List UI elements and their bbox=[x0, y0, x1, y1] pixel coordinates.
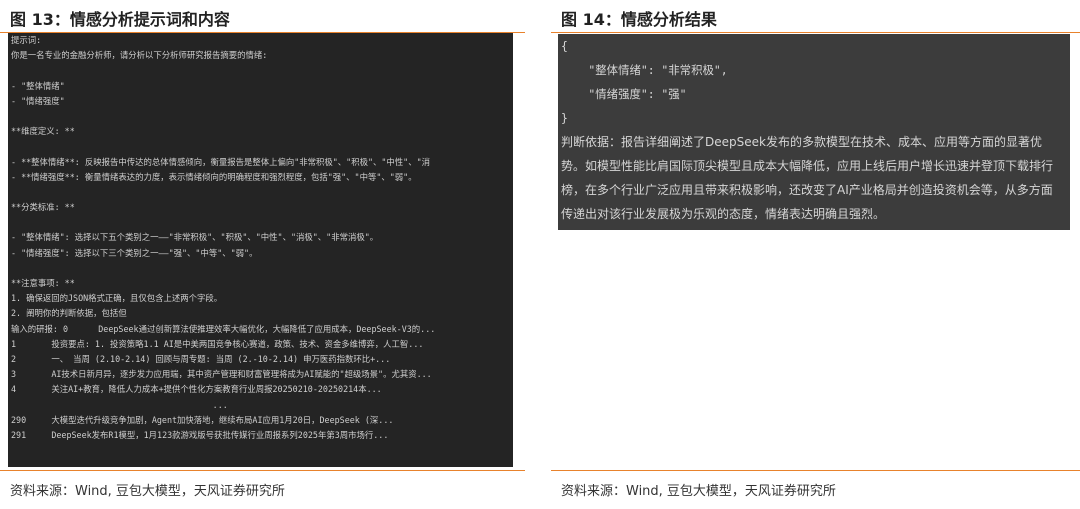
terminal-line: 提示词: bbox=[11, 35, 42, 45]
figure-13-source: 资料来源：Wind, 豆包大模型，天风证券研究所 bbox=[10, 484, 285, 499]
terminal-line: 3 AI技术日新月异，逐步发力应用端，其中资产管理和财富管理将成为AI赋能的"超… bbox=[11, 369, 432, 380]
terminal-line: 291 DeepSeek发布R1模型，1月123款游戏版号获批传媒行业周报系列2… bbox=[11, 429, 389, 440]
figure-13-bottom-rule bbox=[0, 470, 525, 471]
terminal-line: - **情绪强度**: 衡量情绪表达的力度，表示情绪倾向的明确程度和强烈程度，包… bbox=[11, 171, 417, 182]
terminal-line: - "整体情绪" bbox=[11, 80, 65, 91]
prompt-terminal: 提示词: 你是一名专业的金融分析师，请分析以下分析师研究报告摘要的情绪: - "整体… bbox=[8, 33, 513, 467]
terminal-line: ... bbox=[11, 399, 228, 410]
terminal-line: **维度定义: ** bbox=[11, 126, 75, 137]
terminal-line: 你是一名专业的金融分析师，请分析以下分析师研究报告摘要的情绪: bbox=[11, 50, 268, 61]
figure-14-source: 资料来源：Wind, 豆包大模型，天风证券研究所 bbox=[561, 484, 836, 499]
judgment-basis-text: 判断依据：报告详细阐述了DeepSeek发布的多款模型在技术、成本、应用等方面的… bbox=[561, 135, 1054, 221]
terminal-line: - "情绪强度" bbox=[11, 95, 65, 106]
terminal-line: 2. 阐明你的判断依据，包括但 bbox=[11, 308, 127, 319]
figure-14-title: 图 14：情感分析结果 bbox=[561, 10, 717, 29]
terminal-line: - "情绪强度": 选择以下三个类别之一——"强"、"中等"、"弱"。 bbox=[11, 247, 258, 258]
terminal-line: 290 大模型迭代升级竞争加剧，Agent加快落地，继续布局AI应用1月20日，… bbox=[11, 414, 394, 425]
terminal-line: 1 投资要点: 1. 投资策略1.1 AI是中美两国竞争核心赛道，政策、技术、资… bbox=[11, 338, 424, 349]
terminal-line: **分类标准: ** bbox=[11, 202, 75, 213]
terminal-line: 输入的研报: 0 DeepSeek通过创新算法使推理效率大幅优化，大幅降低了应用… bbox=[11, 323, 436, 334]
figure-14-bottom-rule bbox=[551, 470, 1080, 471]
figure-14-top-rule bbox=[551, 32, 1080, 33]
result-json-line: "整体情绪": "非常积极", bbox=[561, 63, 728, 77]
result-json-line: { bbox=[561, 39, 568, 53]
terminal-line: - "整体情绪": 选择以下五个类别之一——"非常积极"、"积极"、"中性"、"… bbox=[11, 232, 379, 243]
terminal-line: - **整体情绪**: 反映报告中传达的总体情感倾向，衡量报告是整体上偏向"非常… bbox=[11, 156, 431, 167]
terminal-line: 2 一、 当周 (2.10-2.14) 回顾与周专题: 当周 (2.-10-2.… bbox=[11, 353, 391, 364]
result-json-line: } bbox=[561, 111, 568, 125]
result-json-line: "情绪强度": "强" bbox=[561, 87, 687, 101]
terminal-line: **注意事项: ** bbox=[11, 278, 75, 288]
sentiment-result-box: { "整体情绪": "非常积极", "情绪强度": "强" } 判断依据：报告详… bbox=[558, 34, 1070, 230]
figure-13-title: 图 13：情感分析提示词和内容 bbox=[10, 10, 230, 29]
terminal-line: 1. 确保返回的JSON格式正确，且仅包含上述两个字段。 bbox=[11, 293, 223, 304]
terminal-line: 4 关注AI+教育，降低人力成本+提供个性化方案教育行业周报20250210-2… bbox=[11, 384, 382, 395]
